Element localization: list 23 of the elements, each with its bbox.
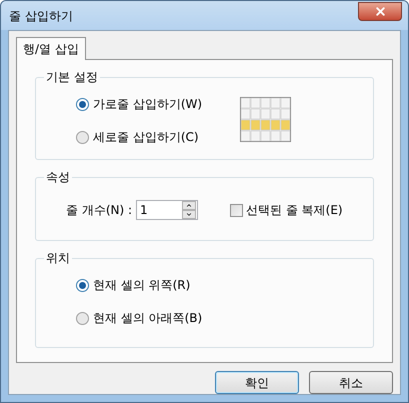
count-spinner[interactable]: 1 — [136, 200, 198, 220]
group-title: 기본 설정 — [44, 69, 100, 85]
radio-button[interactable] — [76, 98, 89, 110]
close-button[interactable] — [358, 2, 402, 21]
group-title: 속성 — [44, 169, 72, 185]
dialog-button[interactable]: 확인 — [215, 371, 299, 394]
group-title: 위치 — [44, 250, 72, 266]
radio-button[interactable] — [76, 130, 89, 144]
count-label: 줄 개수(N) : — [66, 202, 132, 219]
radio-label: 세로줄 삽입하기(C) — [93, 129, 199, 146]
close-icon — [374, 5, 386, 18]
radio-button[interactable] — [76, 278, 89, 292]
tab[interactable]: 행/열 삽입 — [16, 37, 86, 60]
radio-button[interactable] — [76, 312, 89, 324]
checkbox-label: 선택된 줄 복제(E) — [246, 202, 343, 219]
spin-down-icon[interactable] — [182, 210, 196, 219]
dialog-button[interactable]: 취소 — [309, 371, 393, 394]
radio-label: 가로줄 삽입하기(W) — [93, 96, 202, 113]
spin-up-icon[interactable] — [182, 201, 196, 210]
radio-label: 현재 셀의 위쪽(R) — [93, 277, 190, 294]
window-title: 줄 삽입하기 — [9, 8, 73, 24]
radio-label: 현재 셀의 아래쪽(B) — [93, 310, 202, 327]
checkbox[interactable] — [230, 204, 244, 216]
